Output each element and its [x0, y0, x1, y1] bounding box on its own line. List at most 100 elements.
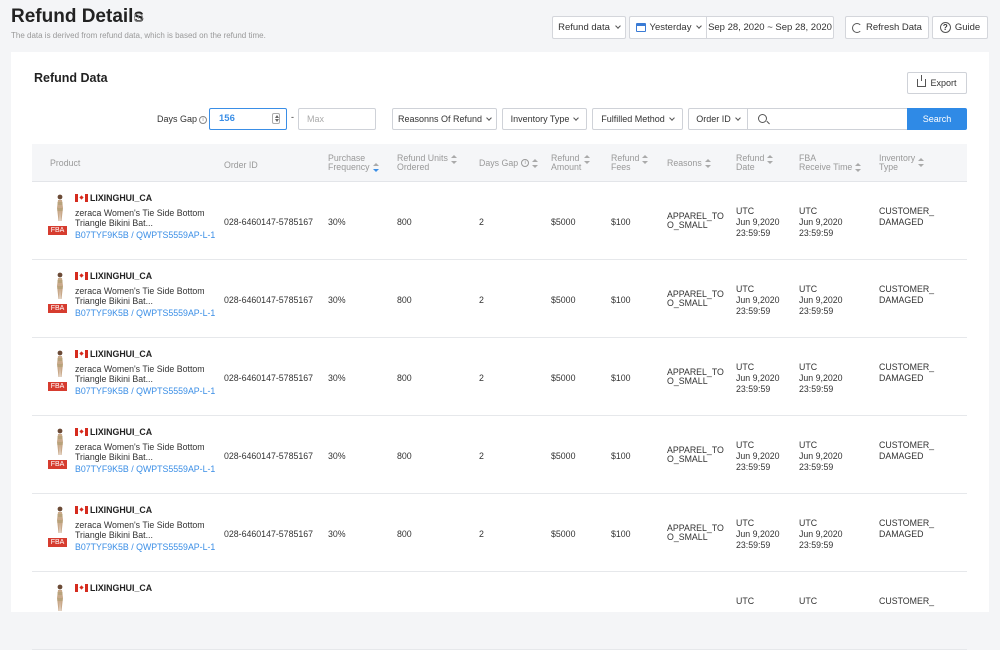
- refund-amount: $5000: [551, 451, 576, 461]
- days-gap-max-input[interactable]: Max: [298, 108, 376, 130]
- sort-icon[interactable]: [855, 162, 862, 172]
- col-inventory-type[interactable]: Inventory Type: [879, 144, 925, 182]
- search-icon: [758, 114, 767, 123]
- refund-amount: $5000: [551, 295, 576, 305]
- guide-button[interactable]: ? Guide: [932, 16, 988, 39]
- col-reasons[interactable]: Reasons: [667, 144, 711, 182]
- col-product: Product: [50, 157, 81, 168]
- days-gap-min-input[interactable]: 156: [209, 108, 287, 130]
- store-name: LIXINGHUI_CA: [90, 583, 153, 593]
- page-title: Refund Details: [11, 6, 145, 27]
- product-thumbnail[interactable]: [54, 506, 66, 534]
- col-refund-date[interactable]: Refund Date: [736, 144, 774, 182]
- info-icon[interactable]: i: [134, 13, 143, 22]
- reasons-of-refund-dropdown[interactable]: Reasonns Of Refund: [392, 108, 497, 130]
- refresh-data-button[interactable]: Refresh Data: [845, 16, 929, 39]
- refund-fees: $100: [611, 451, 631, 461]
- sort-icon[interactable]: [532, 158, 539, 168]
- refund-data-dropdown[interactable]: Refund data: [552, 16, 626, 39]
- product-thumbnail[interactable]: [54, 584, 66, 612]
- product-name[interactable]: zeraca Women's Tie Side Bottom Triangle B…: [75, 286, 215, 306]
- sort-icon[interactable]: [372, 162, 379, 172]
- page-subtitle: The data is derived from refund data, wh…: [11, 31, 266, 40]
- table-row[interactable]: FBA LIXINGHUI_CA zeraca Women's Tie Side…: [32, 494, 967, 572]
- sort-icon[interactable]: [704, 158, 711, 168]
- date-preset-dropdown[interactable]: Yesterday: [629, 16, 707, 39]
- col-purchase-frequency[interactable]: Purchase Frequency: [328, 144, 379, 182]
- refund-units: 800: [397, 295, 412, 305]
- col-refund-fees[interactable]: Refund Fees: [611, 144, 649, 182]
- product-thumbnail[interactable]: [54, 272, 66, 300]
- order-id: 028-6460147-5785167: [224, 451, 314, 461]
- search-button[interactable]: Search: [907, 108, 967, 130]
- inventory-type: CUSTOMER_ DAMAGED: [879, 284, 935, 305]
- canada-flag-icon: [75, 350, 88, 358]
- fba-receive-time: UTC Jun 9,2020 23:59:59: [799, 518, 843, 550]
- info-icon[interactable]: i: [199, 115, 208, 124]
- refund-units: 800: [397, 451, 412, 461]
- refund-reason: APPAREL_TO O_SMALL: [667, 211, 724, 230]
- filter-bar: Days Gap i 156 - Max Reasonns Of Refund I…: [11, 108, 989, 130]
- table-row[interactable]: FBA LIXINGHUI_CA zeraca Women's Tie Side…: [32, 260, 967, 338]
- fulfilled-method-dropdown[interactable]: Fulfilled Method: [592, 108, 683, 130]
- export-button[interactable]: Export: [907, 72, 967, 94]
- asin-sku-link[interactable]: B07TYF9K5B / QWPTS5559AP-L-1: [75, 386, 215, 396]
- product-name[interactable]: zeraca Women's Tie Side Bottom Triangle B…: [75, 364, 215, 384]
- refund-fees: $100: [611, 217, 631, 227]
- inventory-type: CUSTOMER_: [879, 596, 935, 606]
- asin-sku-link[interactable]: B07TYF9K5B / QWPTS5559AP-L-1: [75, 542, 215, 552]
- table-row[interactable]: FBA LIXINGHUI_CA zeraca Women's Tie Side…: [32, 416, 967, 494]
- info-icon[interactable]: i: [521, 159, 530, 167]
- col-refund-units[interactable]: Refund Units Ordered: [397, 144, 457, 182]
- refund-date: UTC Jun 9,2020 23:59:59: [736, 284, 780, 316]
- sort-icon[interactable]: [584, 154, 591, 164]
- canada-flag-icon: [75, 584, 88, 592]
- table-row[interactable]: FBA LIXINGHUI_CA zeraca Women's Tie Side…: [32, 338, 967, 416]
- product-name[interactable]: zeraca Women's Tie Side Bottom Triangle B…: [75, 520, 215, 540]
- fba-badge: FBA: [48, 538, 67, 547]
- product-thumbnail[interactable]: [54, 194, 66, 222]
- stepper-icon[interactable]: [272, 113, 280, 124]
- date-range-picker[interactable]: Sep 28, 2020 ~ Sep 28, 2020: [706, 16, 834, 39]
- col-order-id: Order ID: [224, 159, 258, 170]
- product-thumbnail[interactable]: [54, 350, 66, 378]
- chevron-down-icon: [696, 23, 703, 29]
- table-row[interactable]: LIXINGHUI_CA UTC UTC CUSTOMER_: [32, 572, 967, 650]
- order-id: 028-6460147-5785167: [224, 373, 314, 383]
- sort-icon[interactable]: [767, 154, 774, 164]
- table-row[interactable]: FBA LIXINGHUI_CA zeraca Women's Tie Side…: [32, 182, 967, 260]
- inventory-type: CUSTOMER_ DAMAGED: [879, 518, 935, 539]
- top-bar: Refund Details i The data is derived fro…: [0, 0, 1000, 52]
- refund-reason: APPAREL_TO O_SMALL: [667, 523, 724, 542]
- refund-date: UTC Jun 9,2020 23:59:59: [736, 518, 780, 550]
- store-name: LIXINGHUI_CA: [90, 349, 153, 359]
- order-id-dropdown[interactable]: Order ID: [688, 108, 748, 130]
- inventory-type: CUSTOMER_ DAMAGED: [879, 362, 935, 383]
- search-input[interactable]: [748, 108, 908, 130]
- inventory-type-dropdown[interactable]: Inventory Type: [502, 108, 587, 130]
- asin-sku-link[interactable]: B07TYF9K5B / QWPTS5559AP-L-1: [75, 308, 215, 318]
- sort-icon[interactable]: [918, 157, 925, 167]
- asin-sku-link[interactable]: B07TYF9K5B / QWPTS5559AP-L-1: [75, 464, 215, 474]
- days-gap: 2: [479, 373, 484, 383]
- refund-reason: APPAREL_TO O_SMALL: [667, 289, 724, 308]
- fba-receive-time: UTC: [799, 596, 818, 606]
- product-name[interactable]: zeraca Women's Tie Side Bottom Triangle B…: [75, 208, 215, 228]
- fba-badge: FBA: [48, 460, 67, 469]
- table-header: Product Order ID Purchase Frequency Refun…: [32, 144, 967, 182]
- sort-icon[interactable]: [642, 154, 649, 164]
- product-thumbnail[interactable]: [54, 428, 66, 456]
- refund-data-label: Refund data: [558, 22, 610, 33]
- fba-receive-time: UTC Jun 9,2020 23:59:59: [799, 440, 843, 472]
- col-refund-amount[interactable]: Refund Amount: [551, 144, 591, 182]
- col-days-gap[interactable]: Days Gap i: [479, 144, 539, 182]
- refund-amount: $5000: [551, 217, 576, 227]
- sort-icon[interactable]: [450, 154, 457, 164]
- asin-sku-link[interactable]: B07TYF9K5B / QWPTS5559AP-L-1: [75, 230, 215, 240]
- days-gap: 2: [479, 451, 484, 461]
- refresh-icon: [852, 22, 862, 33]
- inventory-type: CUSTOMER_ DAMAGED: [879, 440, 935, 461]
- product-name[interactable]: zeraca Women's Tie Side Bottom Triangle B…: [75, 442, 215, 462]
- col-fba-receive-time[interactable]: FBA Receive Time: [799, 144, 862, 182]
- refund-units: 800: [397, 529, 412, 539]
